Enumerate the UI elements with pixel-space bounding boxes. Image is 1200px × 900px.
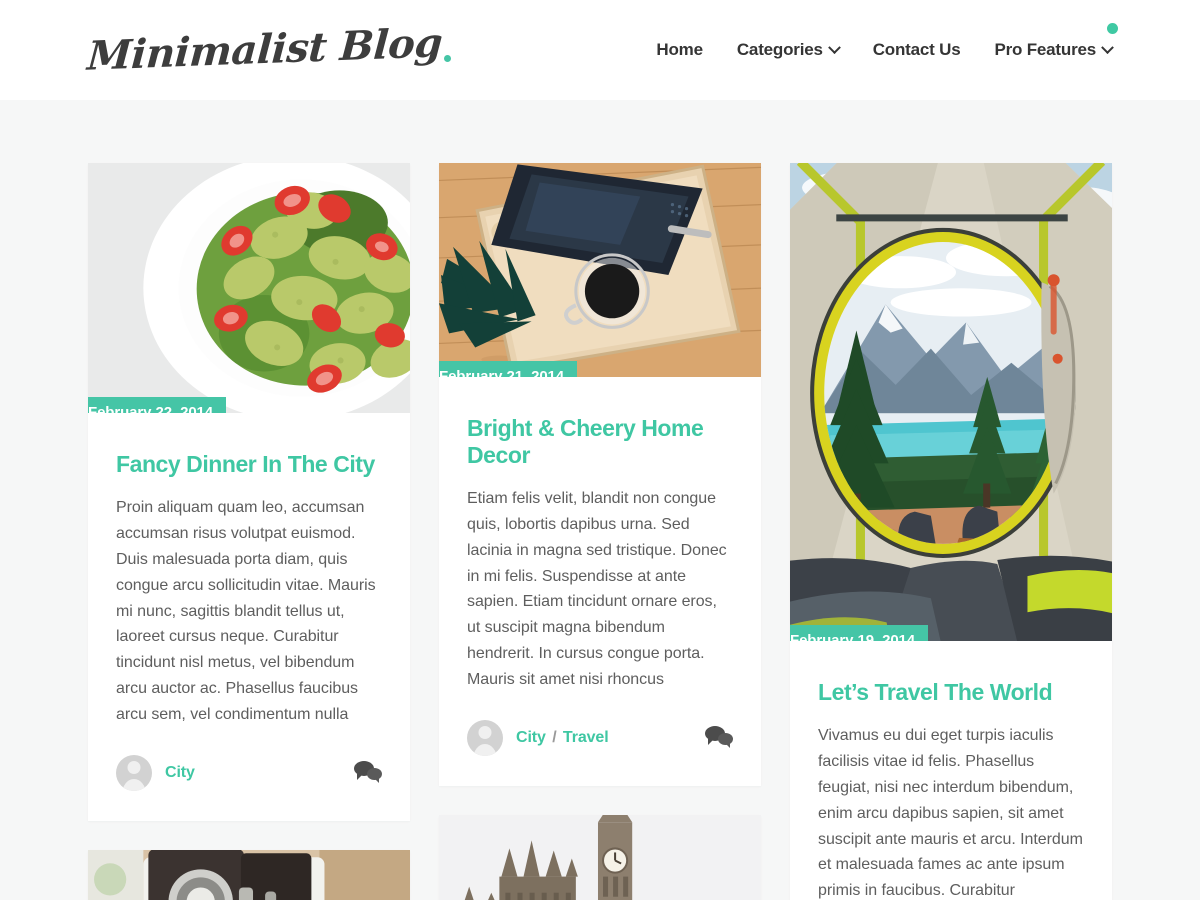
vintage-camera-photo [88, 850, 410, 900]
nav-item-pro-features-label: Pro Features [994, 40, 1096, 59]
post-body: Bright & Cheery Home Decor Etiam felis v… [439, 377, 761, 693]
post-categories: City / Travel [516, 729, 609, 747]
post-body: Fancy Dinner In The City Proin aliquam q… [88, 413, 410, 728]
nav-item-contact-us-label: Contact Us [872, 40, 961, 59]
post-meta: City [88, 728, 410, 821]
primary-navigation: Home Categories Contact Us Pro Features [656, 23, 1118, 60]
post-date-badge: February 22, 2014 [88, 396, 227, 413]
post-date-badge: February 21, 2014 [439, 360, 578, 377]
comment-bubbles-icon[interactable] [705, 726, 733, 750]
post-thumbnail[interactable]: February 22, 2014 [88, 163, 410, 413]
chevron-down-icon [827, 40, 841, 54]
nav-item-contact-us[interactable]: Contact Us [873, 40, 961, 60]
category-separator: / [552, 729, 557, 747]
pro-features-badge-dot-icon [1107, 23, 1118, 34]
category-link[interactable]: Travel [563, 729, 609, 746]
post-title[interactable]: Fancy Dinner In The City [116, 451, 382, 478]
post-thumbnail[interactable]: February 19, 2014 [790, 163, 1112, 641]
post-card[interactable] [439, 815, 761, 900]
site-logo-text: Minimalist Blog [85, 19, 444, 80]
avatar [467, 720, 503, 757]
post-thumbnail[interactable]: February 21, 2014 [439, 163, 761, 377]
post-date-badge: February 19, 2014 [790, 624, 929, 641]
post-categories: City [165, 764, 195, 782]
chevron-down-icon [1101, 40, 1114, 54]
post-excerpt: Vivamus eu dui eget turpis iaculis facil… [818, 726, 1083, 900]
nav-item-pro-features[interactable]: Pro Features [994, 23, 1118, 60]
post-card[interactable]: February 19, 2014 Let’s Travel The World… [790, 163, 1112, 900]
post-card[interactable]: February 22, 2014 Fancy Dinner In The Ci… [88, 163, 410, 822]
post-title[interactable]: Let’s Travel The World [818, 679, 1084, 706]
nav-item-categories[interactable]: Categories [736, 40, 841, 60]
post-card[interactable] [88, 850, 410, 900]
post-excerpt: Proin aliquam quam leo, accumsan accumsa… [116, 498, 376, 724]
comment-bubbles-icon[interactable] [354, 761, 382, 785]
view-from-tent-mountains-lake-photo [790, 163, 1112, 641]
big-ben-westminster-photo [439, 815, 761, 900]
tablet-coffee-on-wooden-table-photo [439, 163, 761, 377]
nav-item-home-label: Home [656, 40, 703, 59]
post-card[interactable]: February 21, 2014 Bright & Cheery Home D… [439, 163, 761, 787]
nav-item-categories-label: Categories [736, 40, 823, 59]
pesto-pasta-salad-photo [88, 163, 410, 413]
site-logo[interactable]: Minimalist Blog [86, 19, 452, 80]
post-grid: February 22, 2014 Fancy Dinner In The Ci… [0, 100, 1200, 900]
logo-dot-icon [444, 55, 452, 62]
post-thumbnail[interactable] [439, 815, 761, 900]
nav-item-home[interactable]: Home [656, 40, 703, 60]
avatar [116, 755, 152, 792]
site-header: Minimalist Blog Home Categories Contact … [0, 0, 1200, 100]
post-excerpt: Etiam felis velit, blandit non congue qu… [467, 489, 727, 689]
post-thumbnail[interactable] [88, 850, 410, 900]
category-link[interactable]: City [165, 764, 195, 781]
post-title[interactable]: Bright & Cheery Home Decor [467, 415, 733, 469]
post-meta: City / Travel [439, 693, 761, 786]
post-body: Let’s Travel The World Vivamus eu dui eg… [790, 641, 1112, 900]
category-link[interactable]: City [516, 729, 546, 746]
